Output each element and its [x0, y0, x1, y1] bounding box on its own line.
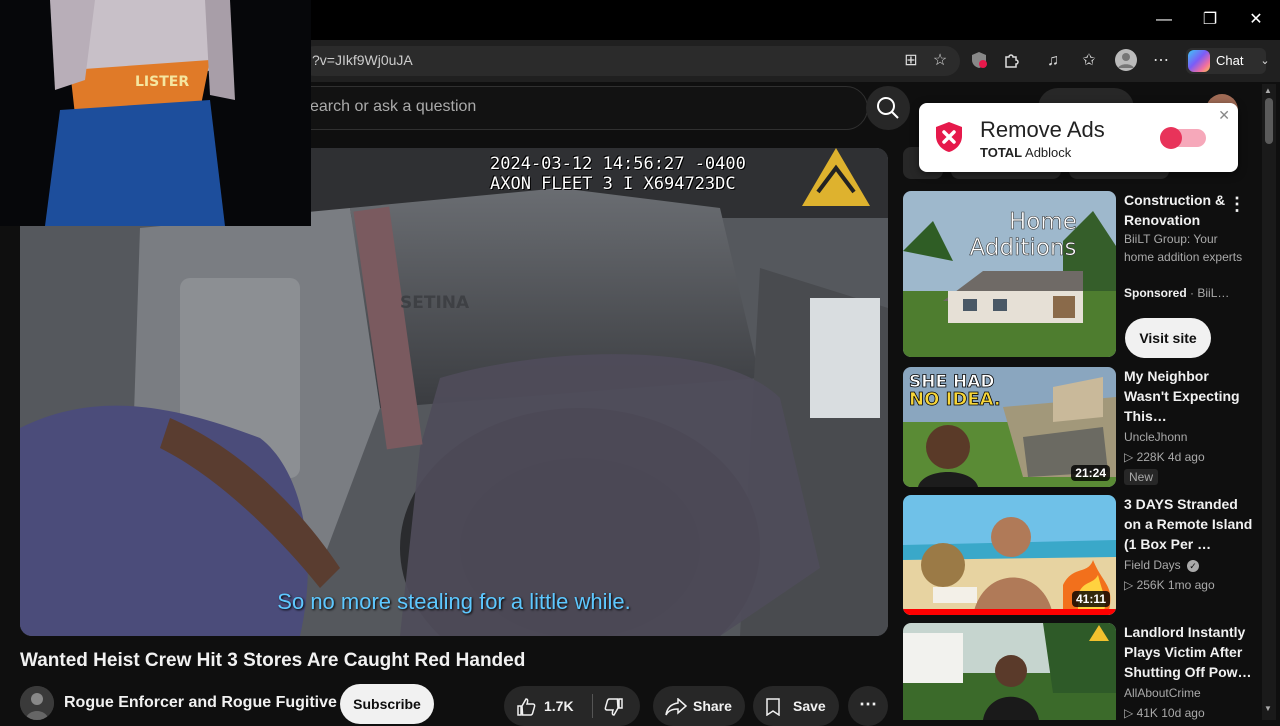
channel-avatar[interactable]	[20, 686, 54, 720]
like-dislike-group: 1.7K	[504, 686, 640, 726]
toggle-knob	[1160, 127, 1182, 149]
more-horizontal-icon: ⋯	[859, 694, 877, 714]
adblock-brand-bold: TOTAL	[980, 145, 1023, 160]
scrollbar-thumb[interactable]	[1265, 98, 1273, 144]
channel-name[interactable]: Rogue Enforcer and Rogue Fugitive	[64, 694, 337, 712]
favorite-star-icon[interactable]: ☆	[929, 50, 951, 72]
webcam-overlay: LISTER	[0, 0, 311, 226]
rec-channel-row-2: Field Days ✓	[1124, 556, 1200, 574]
media-control-icon[interactable]: ♫	[1042, 50, 1064, 72]
sponsored-description: BiiLT Group: Your home addition experts	[1124, 232, 1243, 264]
new-badge: New	[1124, 469, 1159, 485]
share-label: Share	[693, 698, 732, 714]
extensions-puzzle-icon[interactable]	[1001, 50, 1023, 72]
sponsored-thumb-text-1: Home	[1009, 209, 1077, 235]
rec-channel-2[interactable]: Field Days	[1124, 558, 1181, 572]
popup-close-icon[interactable]: ✕	[1218, 107, 1230, 124]
rec-meta-text-2: 256K 1mo ago	[1136, 578, 1215, 592]
remove-ads-popup: Remove Ads TOTAL Adblock ✕	[919, 103, 1238, 172]
adblock-extension-icon[interactable]	[968, 50, 990, 72]
like-icon[interactable]	[516, 698, 536, 719]
adblock-brand: TOTAL Adblock	[980, 145, 1071, 160]
sponsored-thumbnail[interactable]: Home Additions	[903, 191, 1116, 357]
remove-ads-toggle[interactable]	[1160, 127, 1206, 149]
sponsored-meta: Sponsored · BiiL…	[1124, 284, 1254, 302]
remove-ads-title: Remove Ads	[980, 117, 1105, 142]
more-menu-icon[interactable]: ⋯	[1150, 50, 1172, 72]
share-icon	[665, 697, 688, 719]
views-play-icon: ▷	[1124, 450, 1137, 464]
profile-avatar-icon[interactable]	[1114, 48, 1138, 72]
rec-thumb-text-1b: NO IDEA.	[909, 389, 1001, 410]
views-play-icon: ▷	[1124, 706, 1137, 720]
app-available-icon[interactable]: ⊞	[900, 50, 922, 72]
rec-thumbnail-1[interactable]: SHE HAD NO IDEA. 21:24	[903, 367, 1116, 487]
address-bar-url: ?v=JIkf9Wj0uJA	[312, 52, 413, 68]
sponsored-advertiser: BiiL…	[1197, 286, 1230, 300]
rec-channel-3[interactable]: AllAboutCrime	[1124, 684, 1201, 702]
share-button[interactable]: Share	[653, 686, 745, 726]
search-icon	[877, 97, 899, 119]
sponsored-label: Sponsored	[1124, 286, 1187, 300]
rec-title-2[interactable]: 3 DAYS Stranded on a Remote Island (1 Bo…	[1124, 494, 1254, 554]
rec-meta-text-3: 41K 10d ago	[1136, 706, 1205, 720]
seat-text: SETINA	[400, 293, 470, 313]
search-button[interactable]	[866, 86, 910, 130]
rec-duration-2: 41:11	[1071, 591, 1110, 607]
scroll-down-icon[interactable]: ▼	[1264, 704, 1272, 713]
like-divider	[592, 694, 593, 718]
webcam-feed: LISTER	[0, 0, 311, 226]
copilot-logo-icon	[1188, 50, 1210, 72]
rec-channel-1[interactable]: UncleJhonn	[1124, 428, 1187, 446]
search-placeholder: earch or ask a question	[310, 98, 477, 115]
dislike-icon[interactable]	[604, 698, 624, 719]
sponsored-thumbnail-image: Home Additions	[903, 191, 1116, 357]
rec-title-1[interactable]: My Neighbor Wasn't Expecting This…	[1124, 366, 1254, 426]
rec-meta-text-1: 228K 4d ago	[1136, 450, 1205, 464]
bodycam-timestamp: 2024-03-12 14:56:27 -0400	[490, 154, 746, 174]
rec-duration-1: 21:24	[1071, 465, 1110, 481]
subscribe-button[interactable]: Subscribe	[340, 684, 434, 724]
page-scrollbar[interactable]	[1262, 84, 1276, 720]
bodycam-device-id: AXON FLEET 3 I X694723DC	[490, 174, 736, 194]
chat-label: Chat	[1216, 53, 1244, 68]
adblock-brand-rest: Adblock	[1022, 145, 1072, 160]
save-label: Save	[793, 698, 826, 714]
sponsored-thumb-text-2: Additions	[970, 235, 1077, 261]
close-window-icon[interactable]: ✕	[1233, 8, 1279, 32]
rec-thumbnail-3[interactable]	[903, 623, 1116, 720]
restore-icon[interactable]: ❐	[1187, 8, 1233, 32]
scroll-up-icon[interactable]: ▲	[1264, 86, 1272, 95]
webcam-waistband-text: LISTER	[135, 74, 189, 90]
verified-check-icon: ✓	[1187, 560, 1200, 572]
chevron-down-icon[interactable]: ⌄	[1254, 50, 1276, 72]
views-play-icon: ▷	[1124, 578, 1137, 592]
rec-thumbnail-2[interactable]: 41:11	[903, 495, 1116, 615]
video-subtitle: So no more stealing for a little while.	[277, 589, 631, 614]
adblock-shield-icon	[933, 121, 965, 153]
sponsored-menu-icon[interactable]: ⋮	[1228, 194, 1246, 215]
more-actions-button[interactable]: ⋯	[848, 686, 888, 726]
like-count[interactable]: 1.7K	[544, 698, 574, 714]
rec-meta-1: ▷ 228K 4d ago	[1124, 448, 1205, 466]
rec-title-3[interactable]: Landlord Instantly Plays Victim After Sh…	[1124, 622, 1254, 682]
save-bookmark-icon	[765, 698, 781, 719]
save-button[interactable]: Save	[753, 686, 839, 726]
favorites-list-icon[interactable]: ✩	[1078, 50, 1100, 72]
rec-thumbnail-image-3	[903, 623, 1116, 720]
minimize-icon[interactable]: —	[1141, 8, 1187, 32]
visit-site-button[interactable]: Visit site	[1125, 318, 1211, 358]
rec-meta-3: ▷ 41K 10d ago	[1124, 704, 1205, 722]
video-title: Wanted Heist Crew Hit 3 Stores Are Caugh…	[20, 650, 526, 671]
rec-meta-2: ▷ 256K 1mo ago	[1124, 576, 1215, 594]
